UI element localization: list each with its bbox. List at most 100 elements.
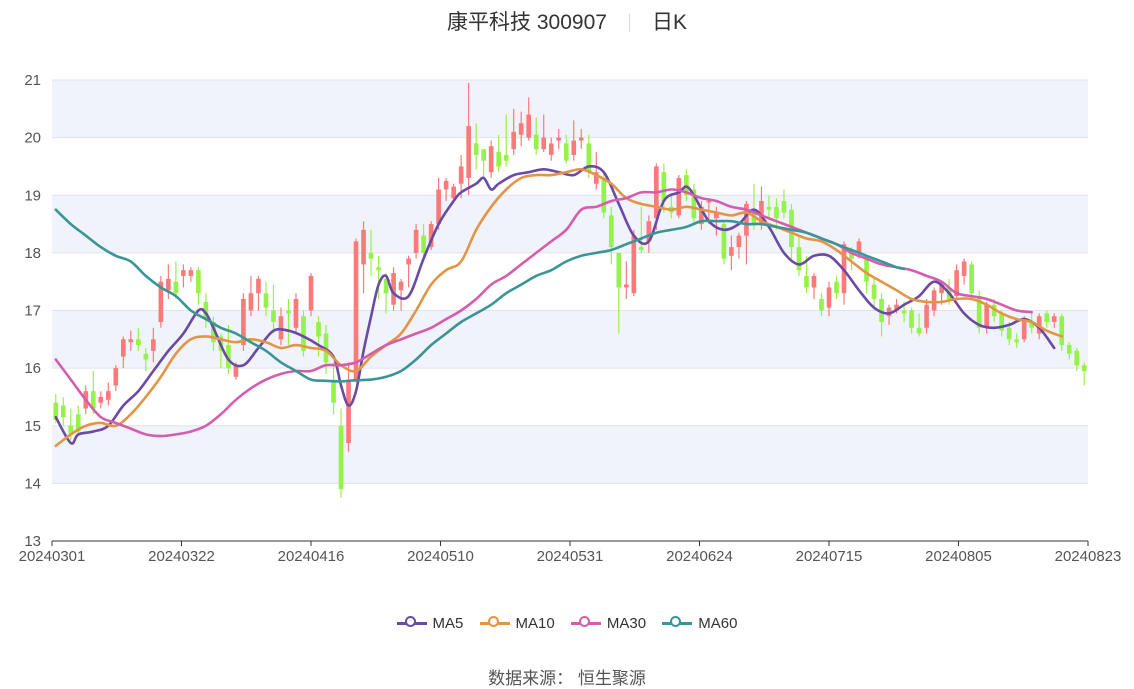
candle-body xyxy=(105,391,111,400)
legend-label-ma60: MA60 xyxy=(698,615,738,632)
candle-body xyxy=(871,284,877,299)
candle-body xyxy=(346,379,351,444)
candle-body xyxy=(638,247,644,250)
candle-body xyxy=(368,252,374,259)
y-tick-label: 21 xyxy=(24,72,41,89)
legend-swatch-ma5 xyxy=(396,616,427,627)
candle-body xyxy=(286,310,291,314)
plot-band xyxy=(52,80,1088,138)
candle-body xyxy=(736,235,742,248)
candle-body xyxy=(361,229,366,265)
candle-body xyxy=(804,275,809,288)
candle-body xyxy=(181,270,186,276)
candle-body xyxy=(1021,319,1027,340)
legend-swatch-ma60 xyxy=(662,616,693,627)
x-tick-label: 20240416 xyxy=(278,548,345,565)
candle-body xyxy=(353,241,359,380)
candle-body xyxy=(98,396,104,403)
candle-body xyxy=(984,304,989,328)
candle-body xyxy=(406,258,411,265)
y-tick-label: 16 xyxy=(24,360,41,377)
candle-body xyxy=(608,215,614,248)
y-tick-label: 15 xyxy=(24,418,41,435)
data-source-label: 数据来源： xyxy=(488,669,574,688)
candle-body xyxy=(166,278,171,291)
candle-body xyxy=(376,267,381,271)
x-tick-label: 20240823 xyxy=(1055,548,1122,565)
candle-body xyxy=(834,281,839,294)
candle-body xyxy=(1006,327,1012,340)
legend-item-ma60[interactable]: MA60 xyxy=(662,615,737,632)
candle-body xyxy=(819,298,824,311)
candle-body xyxy=(458,166,464,184)
candle-body xyxy=(443,180,449,190)
candle-body xyxy=(1059,316,1065,346)
candle-body xyxy=(631,235,637,294)
candle-body xyxy=(916,327,922,334)
candle-body xyxy=(338,425,344,490)
candle-body xyxy=(151,339,156,351)
y-tick-label: 17 xyxy=(24,303,41,320)
candlestick-chart: 13141516171819202120240301 20240322 202404… xyxy=(19,72,1122,565)
candle-body xyxy=(1014,339,1020,343)
x-tick-label: 20240531 xyxy=(537,548,604,565)
candle-body xyxy=(398,281,404,291)
legend-label-ma5: MA5 xyxy=(432,615,464,632)
x-tick-label: 20240510 xyxy=(407,548,474,565)
candle-body xyxy=(278,316,284,340)
candle-body xyxy=(421,235,426,253)
candle-body xyxy=(864,258,869,282)
candle-body xyxy=(931,290,937,311)
candle-body xyxy=(578,137,584,141)
candle-body xyxy=(616,252,622,288)
candle-body xyxy=(120,339,126,357)
candle-body xyxy=(661,172,667,202)
candle-body xyxy=(481,149,486,161)
data-source-value: 恒生聚源 xyxy=(577,669,646,688)
legend-label-ma10: MA10 xyxy=(515,615,555,632)
candle-body xyxy=(563,143,569,161)
candle-body xyxy=(173,281,179,294)
candle-body xyxy=(293,298,299,328)
y-tick-label: 18 xyxy=(24,245,41,262)
candle-body xyxy=(496,152,502,167)
candle-body xyxy=(796,247,802,271)
x-tick-label: 20240322 xyxy=(148,548,215,565)
plot-band xyxy=(52,425,1088,484)
candle-body xyxy=(1066,345,1072,354)
y-tick-label: 14 xyxy=(24,475,41,492)
x-tick-label: 20240805 xyxy=(925,548,992,565)
candle-body xyxy=(1081,365,1087,372)
candle-body xyxy=(113,368,119,386)
candle-body xyxy=(1074,350,1080,366)
candle-body xyxy=(143,353,149,360)
candle-body xyxy=(826,287,832,308)
candle-body xyxy=(473,143,479,155)
candle-body xyxy=(601,177,607,213)
legend-item-ma30[interactable]: MA30 xyxy=(570,615,647,632)
candle-body xyxy=(271,310,276,323)
candle-body xyxy=(526,114,532,138)
candle-body xyxy=(1051,316,1057,323)
candle-body xyxy=(706,201,712,203)
candle-body xyxy=(924,304,929,328)
candle-body xyxy=(556,137,562,141)
candle-body xyxy=(256,278,261,294)
candle-body xyxy=(811,275,817,288)
candle-body xyxy=(451,186,456,199)
candle-body xyxy=(136,339,141,346)
candle-body xyxy=(60,405,66,418)
candle-body xyxy=(1044,313,1050,323)
legend-item-ma5[interactable]: MA5 xyxy=(396,615,464,632)
legend-item-ma10[interactable]: MA10 xyxy=(479,615,555,632)
x-tick-label: 20240301 xyxy=(19,548,86,565)
candle-body xyxy=(909,310,914,328)
candle-body xyxy=(413,229,419,253)
candle-body xyxy=(316,322,321,337)
candle-body xyxy=(308,275,314,311)
candle-body xyxy=(623,284,629,288)
legend-label-ma30: MA30 xyxy=(606,615,647,632)
candle-body xyxy=(571,140,577,155)
candle-body xyxy=(548,143,554,155)
candle-body xyxy=(188,270,194,276)
